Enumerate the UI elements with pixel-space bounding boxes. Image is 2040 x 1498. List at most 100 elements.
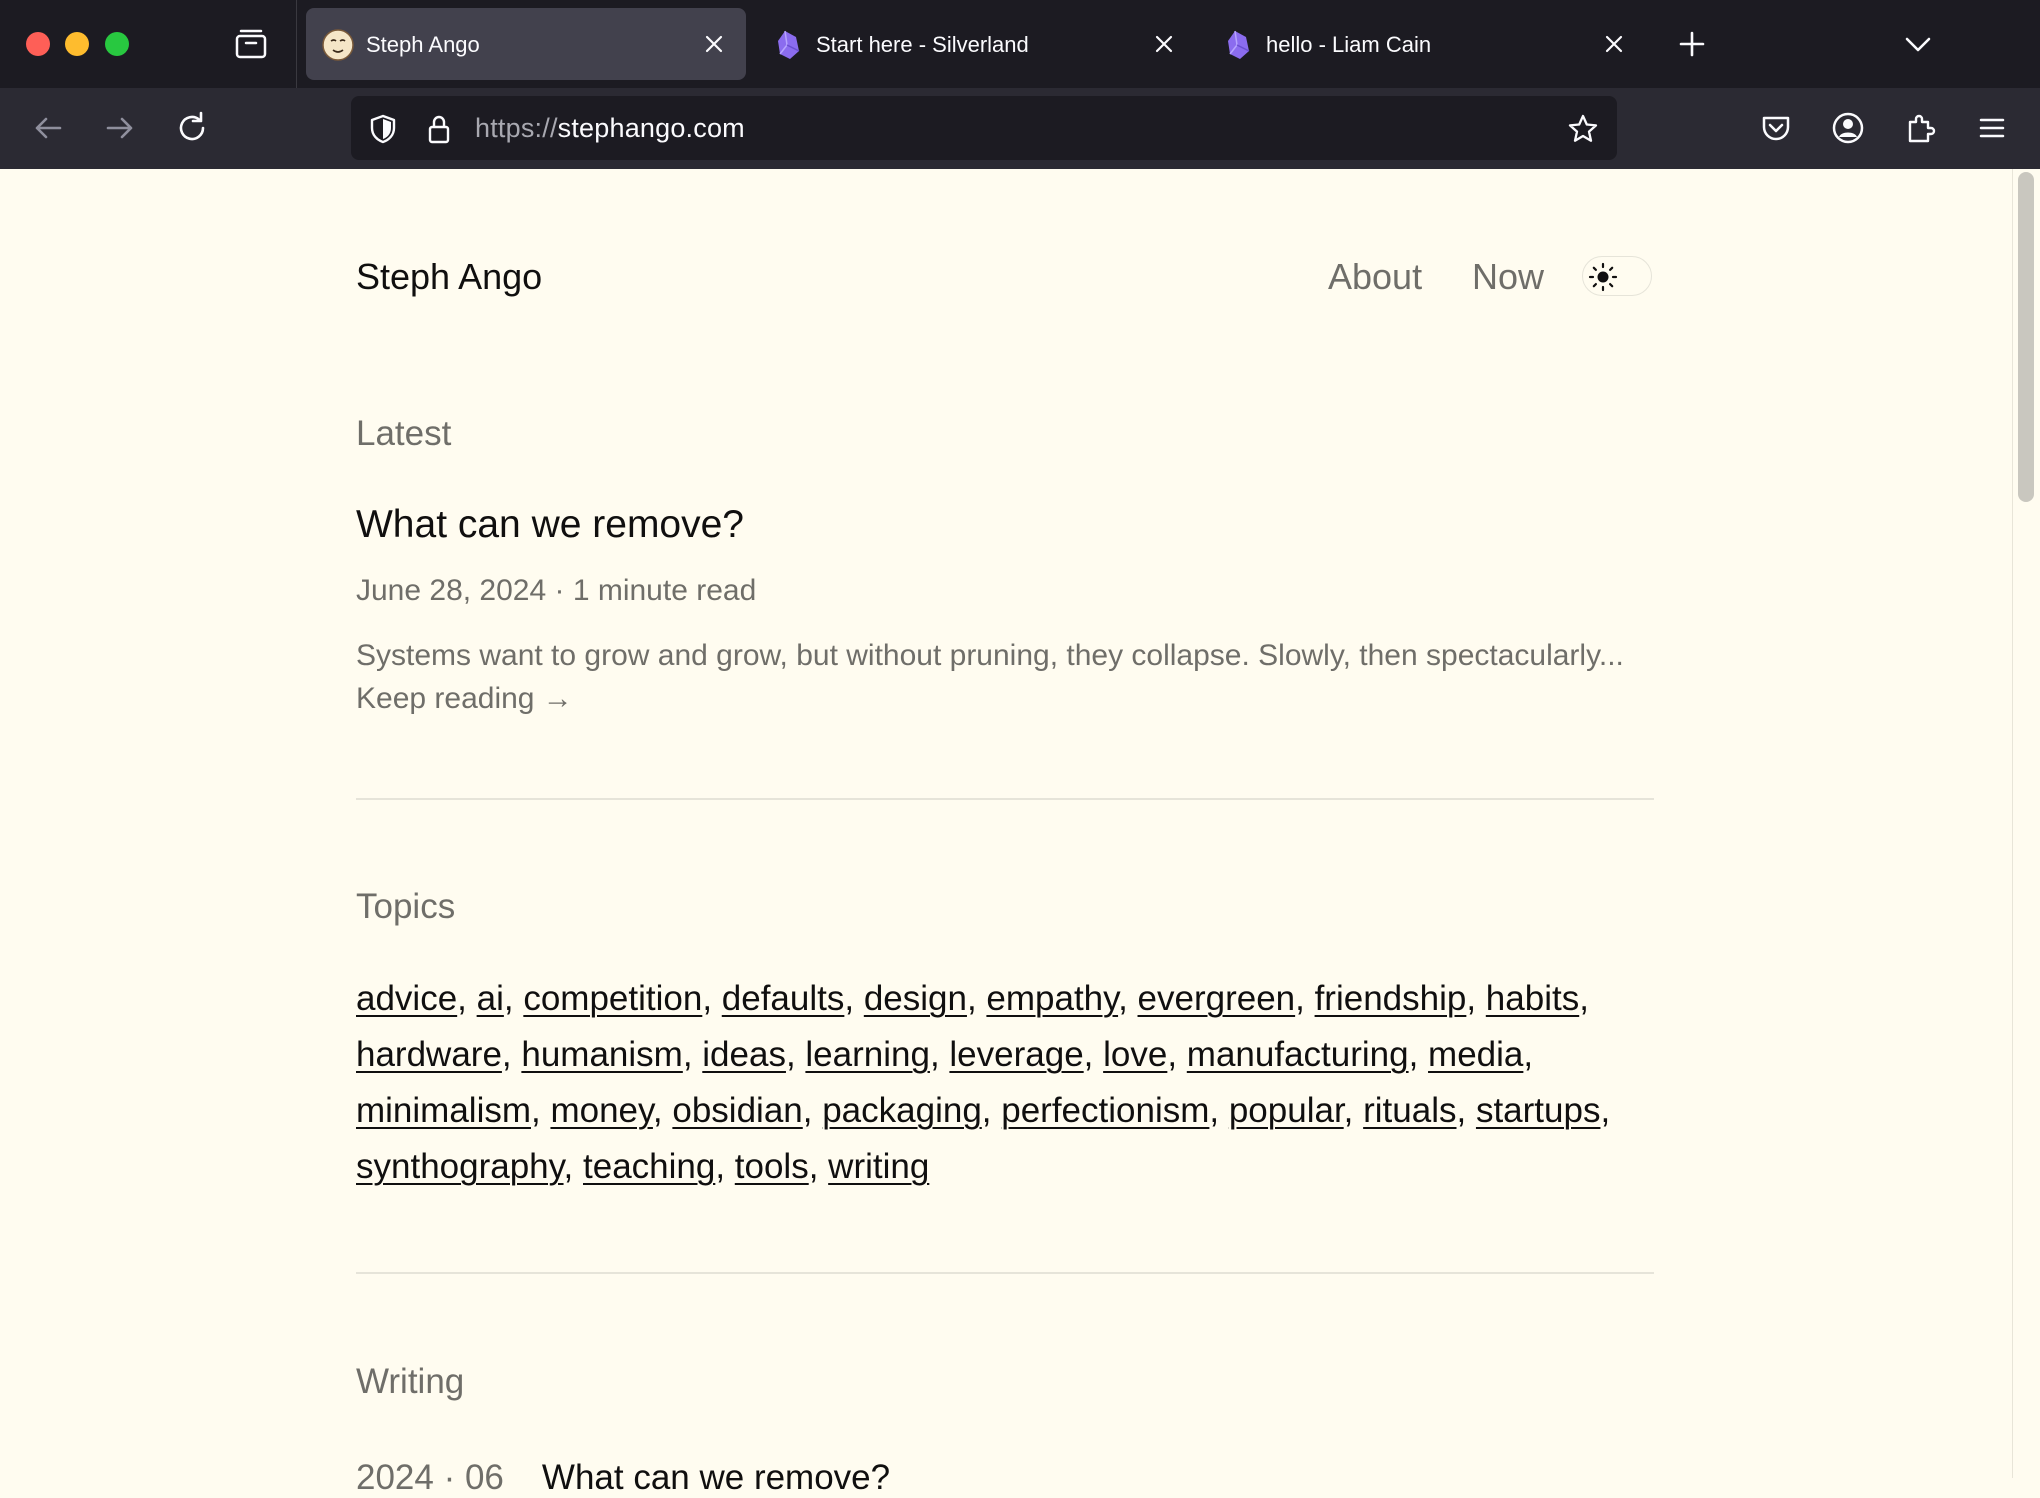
nav-about-link[interactable]: About (1328, 256, 1422, 298)
topic-link[interactable]: humanism (521, 1035, 682, 1074)
page-viewport (0, 169, 2012, 1478)
divider (356, 798, 1654, 800)
topic-link[interactable]: teaching (583, 1147, 715, 1186)
latest-heading: Latest (356, 414, 452, 453)
latest-post-excerpt: Systems want to grow and grow, but witho… (356, 634, 1656, 720)
topic-link[interactable]: startups (1476, 1091, 1601, 1130)
hamburger-menu-icon[interactable] (1974, 110, 2010, 146)
topic-link[interactable]: minimalism (356, 1091, 531, 1130)
close-tab-icon[interactable] (700, 30, 728, 58)
topic-separator: , (1118, 979, 1138, 1018)
url-text[interactable]: https://stephango.com (475, 113, 745, 144)
back-arrow-icon[interactable] (30, 110, 66, 146)
topic-separator: , (531, 1091, 551, 1130)
address-bar[interactable]: https://stephango.com (351, 96, 1617, 160)
topic-separator: , (1466, 979, 1486, 1018)
topic-link[interactable]: hardware (356, 1035, 502, 1074)
tab-title: Start here - Silverland (816, 32, 1029, 57)
topic-link[interactable]: obsidian (672, 1091, 802, 1130)
topic-separator: , (981, 1091, 1002, 1130)
topic-link[interactable]: love (1103, 1035, 1167, 1074)
face-favicon-icon (322, 29, 354, 61)
topic-link[interactable]: packaging (822, 1091, 982, 1130)
topic-link[interactable]: ideas (702, 1035, 786, 1074)
tab-steph-ango[interactable]: Steph Ango (306, 8, 746, 80)
close-tab-icon[interactable] (1150, 30, 1178, 58)
url-scheme: https:// (475, 113, 558, 143)
topic-link[interactable]: writing (828, 1147, 929, 1186)
firefox-view-icon[interactable] (234, 28, 268, 60)
account-icon[interactable] (1830, 110, 1866, 146)
divider (356, 1272, 1654, 1274)
topic-separator: , (1456, 1091, 1476, 1130)
topic-link[interactable]: evergreen (1138, 979, 1296, 1018)
topic-link[interactable]: synthography (356, 1147, 564, 1186)
tab-silverland[interactable]: Start here - Silverland (756, 8, 1196, 80)
topic-link[interactable]: manufacturing (1187, 1035, 1409, 1074)
maximize-window-button[interactable] (105, 32, 129, 56)
topic-separator: , (501, 1035, 522, 1074)
topic-separator: , (1600, 1091, 1611, 1130)
bookmark-star-icon[interactable] (1567, 113, 1599, 145)
forward-arrow-icon[interactable] (102, 110, 138, 146)
topic-separator: , (1295, 979, 1315, 1018)
reload-icon[interactable] (174, 110, 210, 146)
sun-icon (1588, 262, 1618, 292)
topic-link[interactable]: competition (523, 979, 702, 1018)
topic-separator: , (966, 979, 987, 1018)
tab-title: Steph Ango (366, 32, 480, 57)
topic-separator: , (503, 979, 524, 1018)
topic-separator: , (785, 1035, 806, 1074)
topic-link[interactable]: habits (1486, 979, 1579, 1018)
topic-link[interactable]: friendship (1315, 979, 1467, 1018)
topic-separator: , (715, 1147, 735, 1186)
obsidian-favicon-icon (772, 29, 804, 61)
topic-link[interactable]: rituals (1363, 1091, 1456, 1130)
minimize-window-button[interactable] (65, 32, 89, 56)
topic-link[interactable]: popular (1229, 1091, 1344, 1130)
keep-reading-link[interactable]: Keep reading → (356, 682, 573, 715)
topics-list: advice, ai, competition, defaults, desig… (356, 971, 1676, 1195)
new-tab-plus-icon[interactable] (1676, 28, 1708, 60)
topic-separator: , (929, 1035, 950, 1074)
pocket-icon[interactable] (1758, 110, 1794, 146)
topic-separator: , (1408, 1035, 1429, 1074)
scrollbar-thumb[interactable] (2018, 172, 2034, 502)
latest-post-title[interactable]: What can we remove? (356, 503, 744, 547)
lock-icon[interactable] (423, 113, 455, 145)
topic-link[interactable]: leverage (949, 1035, 1083, 1074)
topic-link[interactable]: tools (735, 1147, 809, 1186)
topic-separator: , (844, 979, 864, 1018)
theme-toggle[interactable] (1582, 256, 1652, 296)
writing-heading: Writing (356, 1362, 465, 1401)
close-tab-icon[interactable] (1600, 30, 1628, 58)
site-title[interactable]: Steph Ango (356, 256, 542, 298)
obsidian-favicon-icon (1222, 29, 1254, 61)
topic-separator: , (1343, 1091, 1364, 1130)
topic-link[interactable]: advice (356, 979, 457, 1018)
topic-link[interactable]: media (1428, 1035, 1523, 1074)
topic-link[interactable]: defaults (722, 979, 845, 1018)
list-all-tabs-chevron-down-icon[interactable] (1902, 28, 1934, 60)
topic-link[interactable]: empathy (986, 979, 1118, 1018)
topic-separator: , (702, 979, 722, 1018)
nav-now-link[interactable]: Now (1472, 256, 1544, 298)
topic-link[interactable]: design (864, 979, 967, 1018)
tab-liam-cain[interactable]: hello - Liam Cain (1206, 8, 1646, 80)
topic-link[interactable]: learning (805, 1035, 930, 1074)
topic-separator: , (652, 1091, 673, 1130)
close-window-button[interactable] (26, 32, 50, 56)
tab-separator (296, 0, 297, 88)
writing-list-item[interactable]: 2024 · 06 What can we remove? (356, 1458, 890, 1498)
tab-title: hello - Liam Cain (1266, 32, 1432, 57)
topic-separator: , (808, 1147, 829, 1186)
topic-link[interactable]: perfectionism (1001, 1091, 1209, 1130)
topic-separator: , (1209, 1091, 1229, 1130)
topic-separator: , (1083, 1035, 1104, 1074)
extensions-puzzle-icon[interactable] (1902, 110, 1938, 146)
topic-link[interactable]: ai (477, 979, 504, 1018)
shield-icon[interactable] (367, 113, 399, 145)
topic-separator: , (802, 1091, 823, 1130)
topic-link[interactable]: money (550, 1091, 652, 1130)
topic-separator: , (563, 1147, 583, 1186)
